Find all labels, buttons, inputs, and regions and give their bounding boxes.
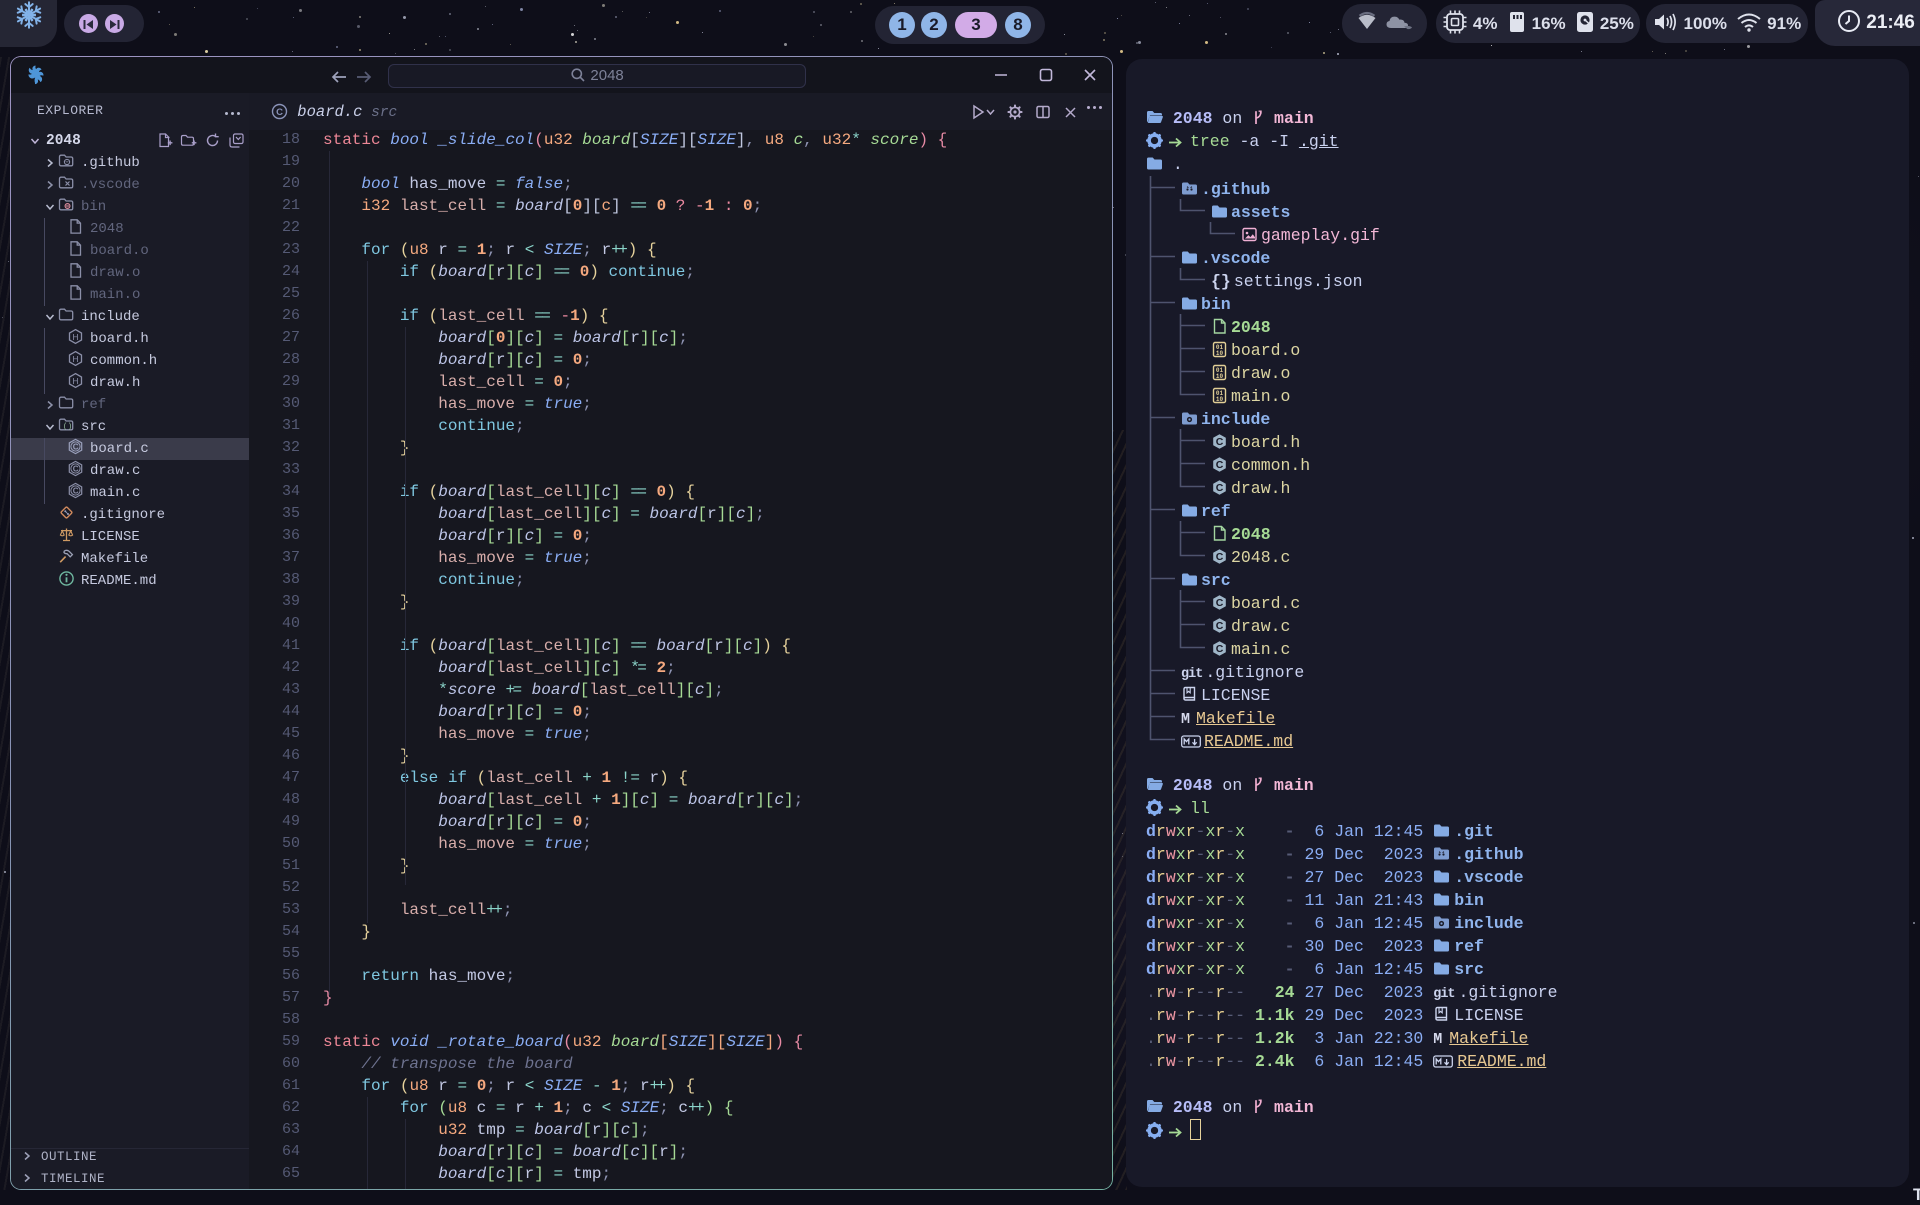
svg-text:(): (): [63, 423, 73, 432]
svg-text:H: H: [72, 332, 78, 342]
svg-text:C: C: [1216, 436, 1224, 448]
svg-text:C: C: [1216, 620, 1224, 632]
svg-text:H: H: [72, 354, 78, 364]
svg-text:C: C: [276, 107, 283, 118]
svg-text:C: C: [73, 442, 79, 451]
svg-text:10: 10: [1216, 373, 1224, 380]
svg-text:10: 10: [1216, 396, 1224, 403]
svg-text:C: C: [1216, 459, 1224, 471]
svg-text:C: C: [73, 486, 79, 495]
svg-text:C: C: [1216, 482, 1224, 494]
svg-text:C: C: [73, 464, 79, 473]
svg-text:10: 10: [1216, 350, 1224, 357]
svg-text:C: C: [1216, 597, 1224, 609]
svg-text:H: H: [72, 376, 78, 386]
svg-text:C: C: [1216, 643, 1224, 655]
svg-text:C: C: [1216, 551, 1224, 563]
